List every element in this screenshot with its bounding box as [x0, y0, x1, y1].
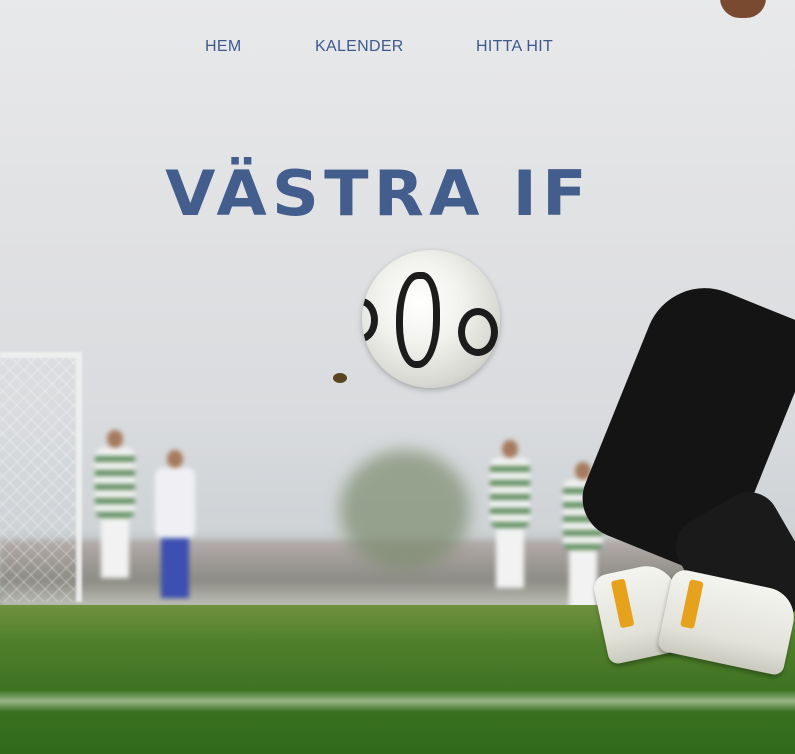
hero-section: HEM KALENDER HITTA HIT VÄSTRA IF	[0, 0, 795, 754]
field-line	[0, 690, 795, 712]
hero-background-photo	[0, 0, 795, 754]
soccer-ball	[362, 250, 500, 388]
goal-post	[0, 352, 82, 602]
background-player	[95, 430, 135, 590]
tree-background	[340, 450, 470, 570]
background-player	[155, 450, 195, 610]
insect	[333, 373, 347, 383]
main-navigation: HEM KALENDER HITTA HIT	[0, 38, 795, 58]
nav-link-calendar[interactable]: KALENDER	[315, 38, 404, 56]
nav-link-home[interactable]: HEM	[205, 38, 241, 56]
goalkeeper-hand	[720, 0, 766, 18]
background-player	[490, 440, 530, 600]
nav-link-directions[interactable]: HITTA HIT	[476, 38, 553, 56]
site-title: VÄSTRA IF	[165, 157, 592, 230]
